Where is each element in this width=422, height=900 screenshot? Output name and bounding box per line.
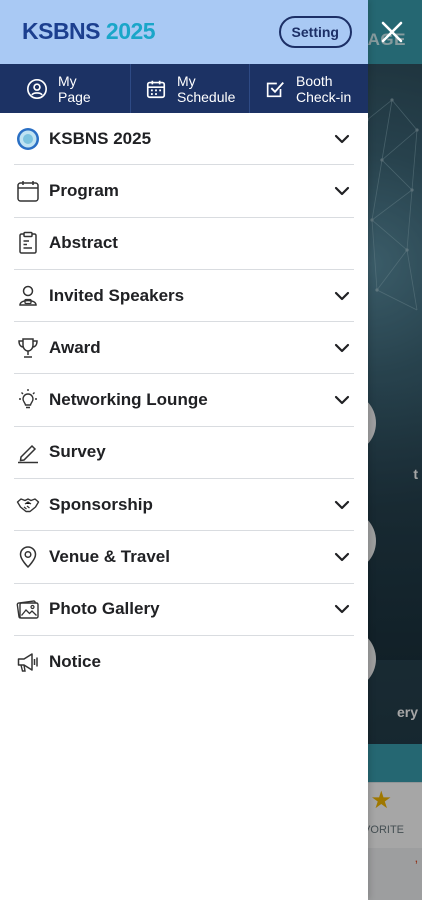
megaphone-icon	[15, 649, 41, 675]
ksbns-logo: KSBNS 2025	[22, 18, 156, 45]
logo-year: 2025	[105, 18, 156, 44]
menu-item-label: Program	[49, 180, 119, 200]
speaker-icon	[15, 283, 41, 309]
menu-item-label: Award	[49, 337, 101, 357]
menu-item-abstract[interactable]: Abstract	[14, 218, 354, 270]
checkbox-icon	[266, 81, 284, 97]
drawer-overlay[interactable]	[368, 0, 422, 900]
chevron-down-icon	[332, 286, 352, 306]
menu-item-program[interactable]: Program	[14, 165, 354, 218]
handshake-icon	[15, 492, 41, 518]
menu-item-notice[interactable]: Notice	[14, 636, 354, 688]
menu-item-invited-speakers[interactable]: Invited Speakers	[14, 270, 354, 323]
ksbns-logo-icon	[15, 126, 41, 152]
close-icon	[381, 21, 403, 43]
my-schedule-label: My Schedule	[177, 72, 236, 105]
my-page-link[interactable]: My Page	[0, 64, 131, 113]
menu-item-label: Photo Gallery	[49, 599, 160, 619]
chevron-down-icon	[332, 338, 352, 358]
menu-item-photo-gallery[interactable]: Photo Gallery	[14, 584, 354, 636]
menu-item-label: Sponsorship	[49, 494, 153, 514]
navigation-drawer: KSBNS 2025 Setting My Page My Schedule B…	[0, 0, 368, 900]
chevron-down-icon	[332, 547, 352, 567]
quick-links-bar: My Page My Schedule Booth Check-in	[0, 64, 368, 113]
gallery-icon	[15, 596, 41, 622]
chevron-down-icon	[332, 390, 352, 410]
menu-item-sponsorship[interactable]: Sponsorship	[14, 479, 354, 532]
menu-item-label: Survey	[49, 442, 106, 462]
location-pin-icon	[15, 544, 41, 570]
my-page-label: My Page	[58, 72, 91, 105]
trophy-icon	[15, 335, 41, 361]
menu-item-label: KSBNS 2025	[49, 128, 152, 148]
chevron-down-icon	[332, 599, 352, 619]
menu-item-networking-lounge[interactable]: Networking Lounge	[14, 374, 354, 427]
menu-item-venue-travel[interactable]: Venue & Travel	[14, 531, 354, 584]
logo-text: KSBNS	[22, 18, 101, 44]
booth-check-in-label: Booth Check-in	[296, 72, 352, 105]
chevron-down-icon	[332, 181, 352, 201]
my-schedule-link[interactable]: My Schedule	[131, 64, 250, 113]
menu-item-ksbns-2025[interactable]: KSBNS 2025	[14, 113, 354, 166]
calendar-icon	[15, 178, 41, 204]
lightbulb-icon	[15, 387, 41, 413]
drawer-header: KSBNS 2025 Setting	[0, 0, 368, 64]
clipboard-icon	[15, 230, 41, 256]
menu-item-label: Abstract	[49, 233, 118, 253]
calendar-icon	[146, 80, 166, 98]
menu-item-label: Notice	[49, 652, 101, 672]
menu-item-label: Invited Speakers	[49, 285, 185, 305]
setting-button[interactable]: Setting	[278, 16, 352, 48]
user-circle-icon	[27, 78, 47, 99]
menu-item-label: Networking Lounge	[49, 390, 208, 410]
close-drawer-button[interactable]	[374, 14, 410, 50]
chevron-down-icon	[332, 495, 352, 515]
chevron-down-icon	[332, 129, 352, 149]
menu-item-award[interactable]: Award	[14, 322, 354, 375]
menu-item-survey[interactable]: Survey	[14, 427, 354, 480]
menu-item-label: Venue & Travel	[49, 547, 170, 567]
booth-check-in-link[interactable]: Booth Check-in	[250, 64, 368, 113]
pencil-icon	[15, 439, 41, 465]
drawer-menu: KSBNS 2025 Program Abstract Invited Spea…	[0, 113, 368, 688]
